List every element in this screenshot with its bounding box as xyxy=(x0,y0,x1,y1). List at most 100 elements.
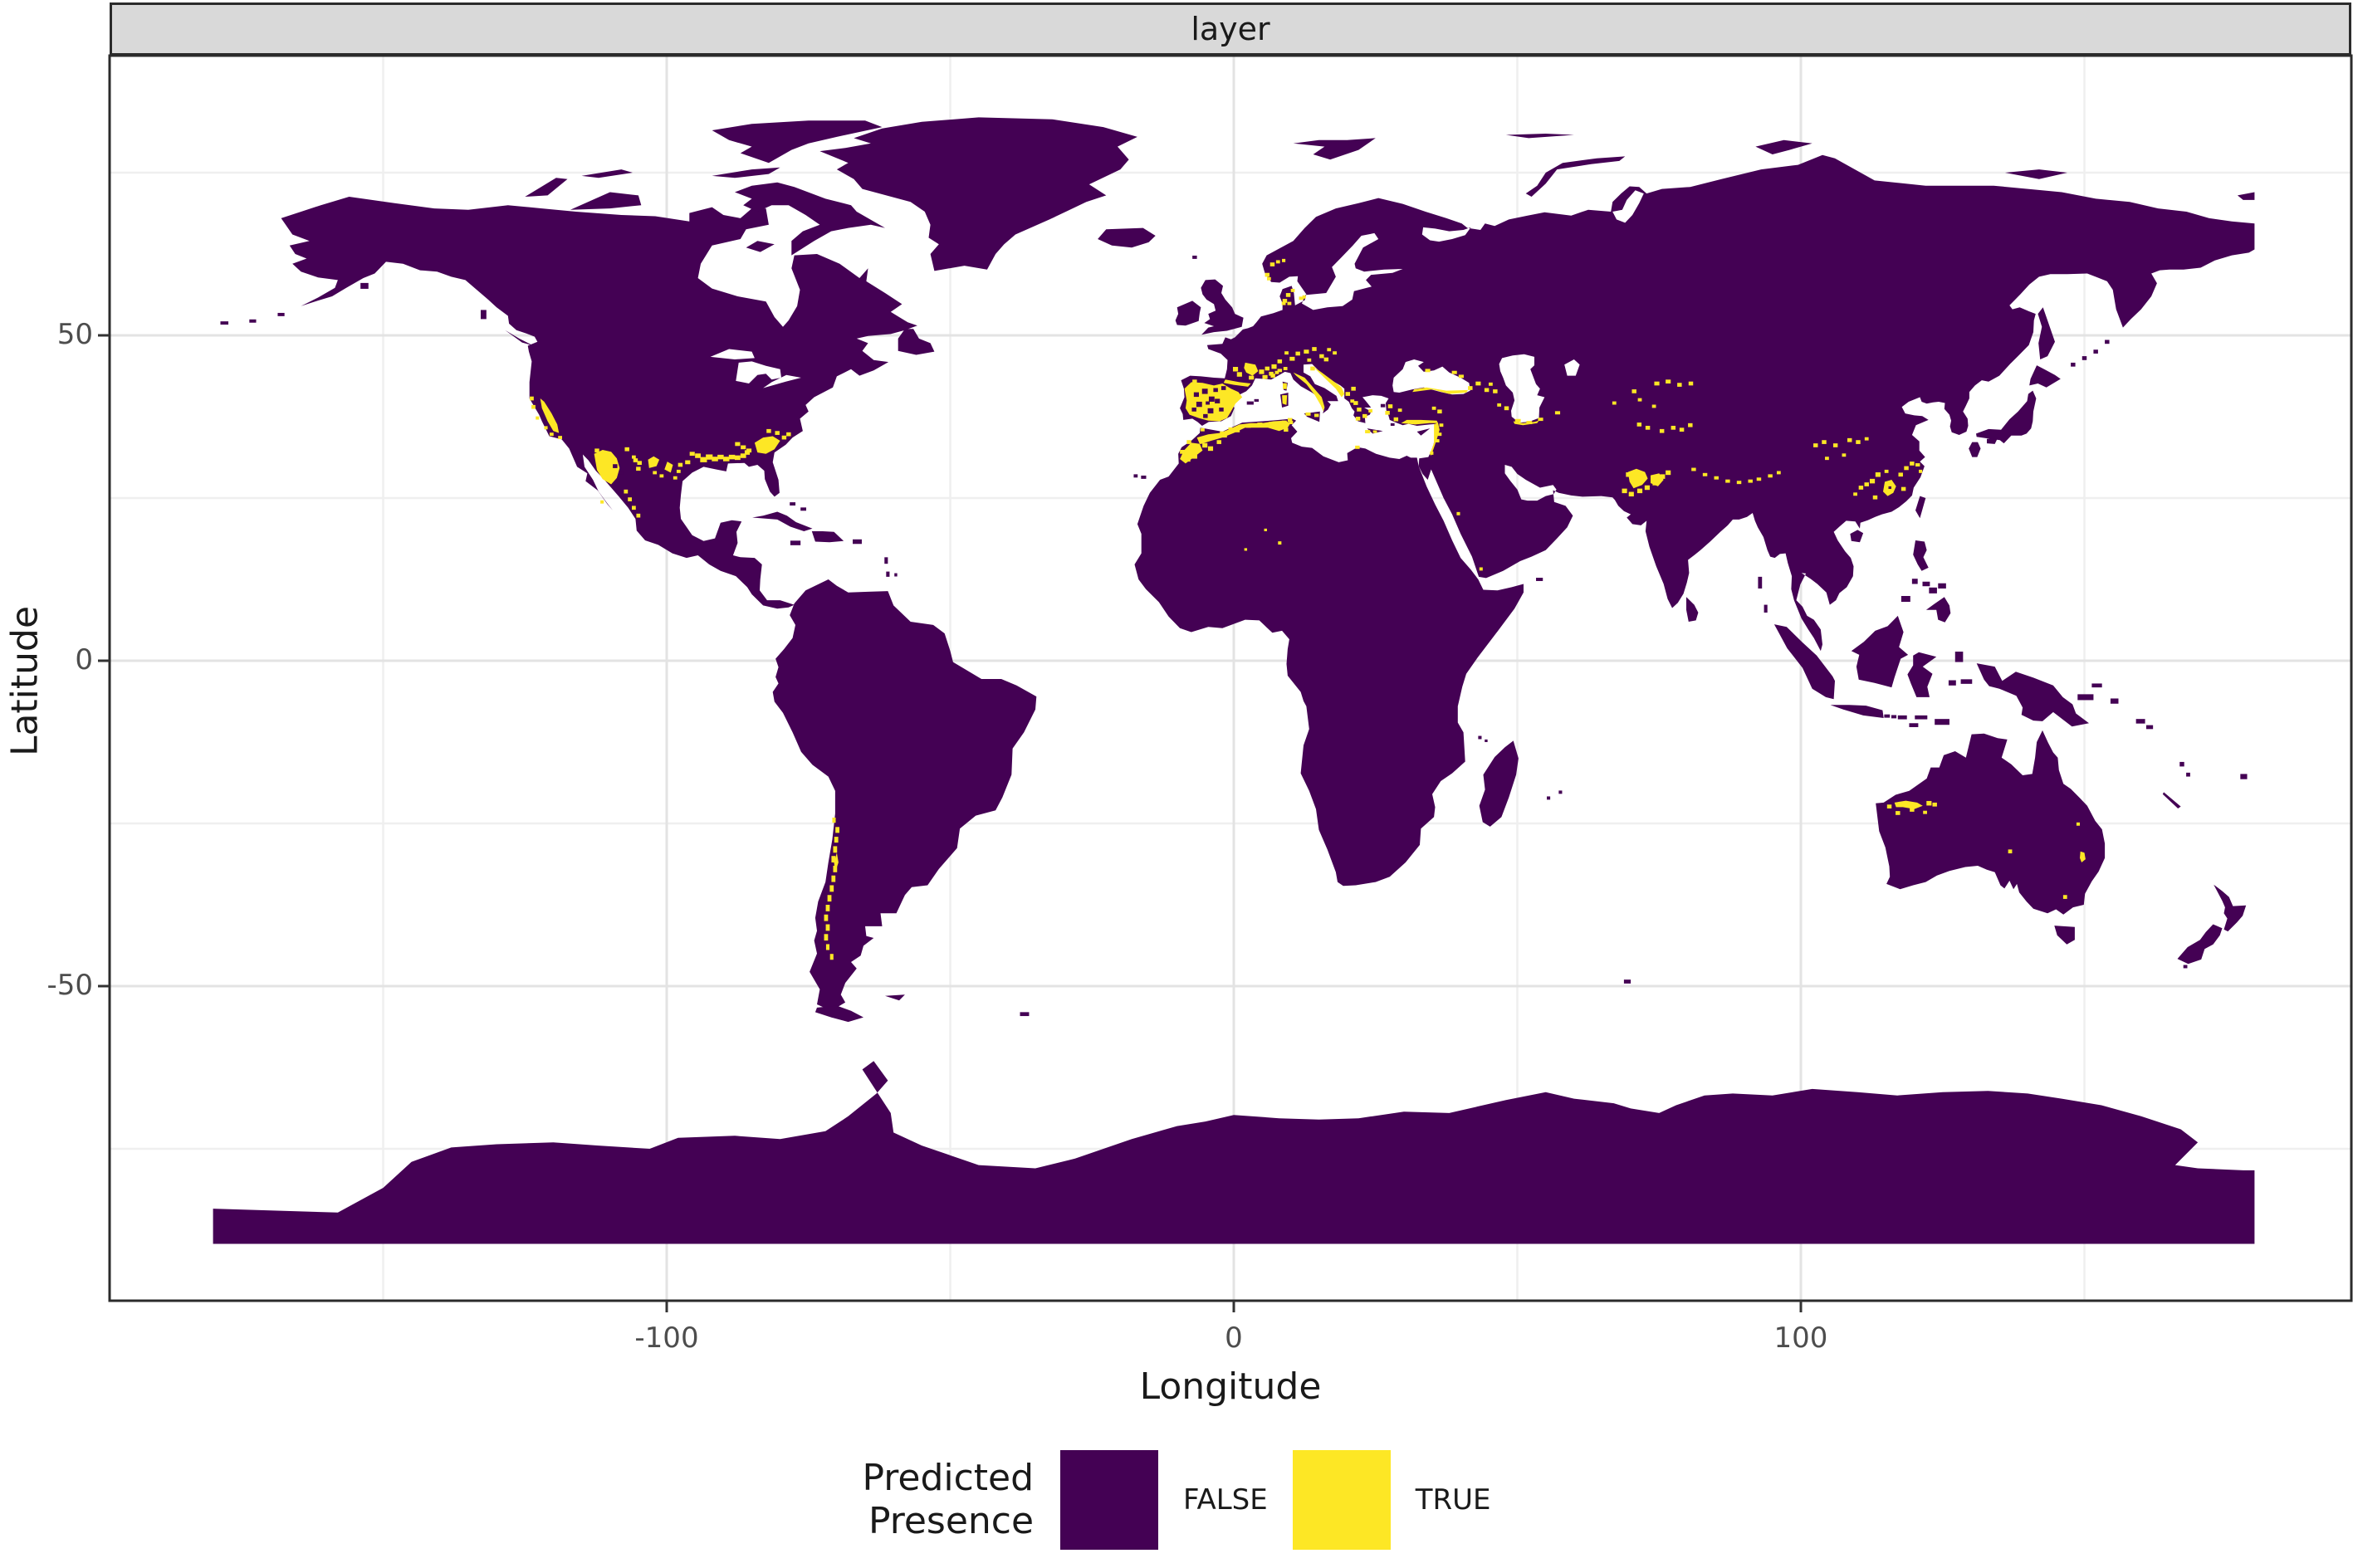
presence-true-speck xyxy=(1634,475,1640,481)
presence-true-speck xyxy=(1295,351,1300,356)
presence-true-speck xyxy=(1872,495,1878,500)
presence-true-speck xyxy=(824,914,829,921)
islet xyxy=(2135,719,2145,724)
presence-true-speck xyxy=(735,442,741,447)
presence-true-speck xyxy=(1900,486,1906,491)
presence-false-speck xyxy=(1206,401,1210,405)
presence-true-speck xyxy=(1269,262,1275,266)
presence-true-speck xyxy=(824,934,829,941)
islet xyxy=(480,310,487,320)
presence-true-speck xyxy=(631,506,636,510)
presence-true-speck xyxy=(685,460,691,465)
presence-true-speck xyxy=(636,466,641,471)
islet xyxy=(1929,587,1937,593)
presence-true-speck xyxy=(1425,369,1431,373)
presence-true-speck xyxy=(1387,404,1393,408)
islet xyxy=(2145,725,2154,730)
presence-true-speck xyxy=(695,453,701,458)
legend-key-true: TRUE xyxy=(1292,1450,1491,1550)
presence-true-speck xyxy=(1270,374,1275,378)
islet xyxy=(2179,761,2184,767)
presence-true-speck xyxy=(636,513,641,518)
presence-true-speck xyxy=(1659,428,1665,433)
presence-true-speck xyxy=(1186,440,1191,444)
presence-false-speck xyxy=(1191,408,1196,412)
islet xyxy=(277,312,285,316)
presence-true-speck xyxy=(1282,258,1286,262)
presence-true-speck xyxy=(1351,386,1356,391)
islet xyxy=(2105,339,2110,344)
presence-true-speck xyxy=(628,497,632,501)
presence-true-speck xyxy=(1281,420,1287,425)
presence-true-speck xyxy=(1636,488,1643,494)
presence-true-speck xyxy=(1756,477,1762,481)
presence-true-speck xyxy=(706,454,713,460)
presence-false-speck xyxy=(613,464,618,468)
presence-false-speck xyxy=(1203,413,1208,418)
presence-true-speck xyxy=(1884,469,1889,473)
presence-false-speck xyxy=(1219,408,1224,412)
presence-false-speck xyxy=(1213,388,1218,393)
presence-true-speck xyxy=(1631,389,1636,393)
presence-true-speck xyxy=(1304,349,1309,354)
presence-true-speck xyxy=(1365,430,1371,433)
presence-false-speck xyxy=(1196,401,1202,408)
presence-true-speck xyxy=(1393,417,1399,422)
presence-true-speck xyxy=(1679,427,1685,432)
presence-true-speck xyxy=(1869,478,1876,484)
presence-true-speck xyxy=(1666,470,1671,476)
islet xyxy=(1764,604,1768,613)
presence-true-speck xyxy=(1514,418,1521,423)
y-tick-label: 50 xyxy=(56,318,93,351)
islet xyxy=(1891,715,1897,719)
presence-true-speck xyxy=(1910,808,1915,812)
presence-true-speck xyxy=(728,454,736,460)
islet xyxy=(2110,698,2119,704)
presence-true-speck xyxy=(1458,374,1464,379)
legend: Predicted Presence FALSE TRUE xyxy=(0,1438,2353,1562)
presence-true-speck xyxy=(676,469,681,473)
legend-swatch-true-icon xyxy=(1292,1450,1391,1550)
presence-true-speck xyxy=(717,454,724,460)
islet xyxy=(1141,475,1147,479)
presence-true-speck xyxy=(2076,822,2081,826)
presence-true-speck xyxy=(1257,423,1263,427)
presence-true-speck xyxy=(631,455,636,459)
presence-true-speck xyxy=(689,452,695,457)
presence-true-speck xyxy=(1185,457,1191,462)
presence-true-speck xyxy=(1235,428,1240,432)
presence-true-speck xyxy=(1275,260,1280,264)
presence-false-speck xyxy=(1221,386,1226,390)
islet xyxy=(1935,719,1949,725)
islet xyxy=(1623,979,1631,984)
presence-true-speck xyxy=(1622,488,1627,494)
presence-true-speck xyxy=(1776,471,1781,475)
presence-false-speck xyxy=(1215,398,1221,403)
islet xyxy=(1558,790,1563,794)
presence-true-speck xyxy=(633,458,638,462)
islet xyxy=(1133,474,1138,478)
presence-true-speck xyxy=(1287,301,1292,305)
presence-true-speck xyxy=(1312,347,1317,351)
presence-true-speck xyxy=(1898,472,1903,477)
islet xyxy=(1478,735,1482,740)
presence-true-speck xyxy=(594,448,599,453)
islet xyxy=(2093,349,2098,354)
presence-true-speck xyxy=(1284,351,1289,355)
y-axis-title: Latitude xyxy=(3,605,46,757)
presence-true-speck xyxy=(1538,418,1543,422)
presence-true-speck xyxy=(2008,849,2013,854)
presence-true-speck xyxy=(1372,430,1377,433)
presence-true-speck xyxy=(1714,476,1719,480)
islet xyxy=(1485,739,1488,742)
presence-true-speck xyxy=(741,445,746,450)
presence-true-speck xyxy=(1244,548,1248,551)
presence-true-speck xyxy=(1220,431,1225,435)
presence-true-speck xyxy=(1484,388,1490,393)
islet xyxy=(1960,679,1973,684)
presence-true-speck xyxy=(1822,440,1827,444)
presence-true-speck xyxy=(831,856,836,863)
islet xyxy=(1254,398,1260,402)
islet xyxy=(2240,774,2248,779)
islet xyxy=(1922,581,1930,587)
